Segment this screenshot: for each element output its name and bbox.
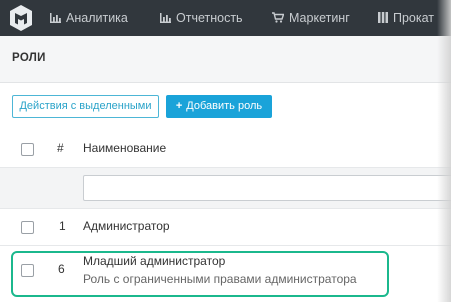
nav-item-label: Отчетность xyxy=(176,11,243,25)
top-nav-bar: Аналитика Отчетность Маркетинг Прокат xyxy=(0,0,451,36)
nav-item-analytics[interactable]: Аналитика xyxy=(50,11,128,25)
nav-item-label: Маркетинг xyxy=(289,11,350,25)
filter-row xyxy=(0,168,451,208)
row-divider xyxy=(0,208,451,209)
bulk-actions-button[interactable]: Действия с выделенными xyxy=(12,95,159,118)
row-highlight-frame xyxy=(11,251,389,297)
nav-item-label: Прокат xyxy=(393,11,435,25)
columns-icon xyxy=(378,12,388,23)
nav-item-marketing[interactable]: Маркетинг xyxy=(272,11,350,25)
cart-icon xyxy=(272,12,284,23)
bar-chart-icon xyxy=(160,13,171,23)
column-header-name[interactable]: Наименование xyxy=(83,141,166,155)
app-logo-icon[interactable] xyxy=(8,4,34,32)
row-divider xyxy=(0,245,451,246)
nav-item-reports[interactable]: Отчетность xyxy=(160,11,243,25)
add-role-label: Добавить роль xyxy=(186,100,263,112)
select-all-checkbox[interactable] xyxy=(21,143,34,156)
row-checkbox[interactable] xyxy=(21,221,34,234)
bar-chart-icon xyxy=(50,13,61,23)
plus-icon: + xyxy=(175,100,183,112)
nav-item-rental[interactable]: Прокат xyxy=(378,11,434,25)
name-filter-input[interactable] xyxy=(83,175,451,201)
row-id: 1 xyxy=(59,219,66,233)
column-header-number[interactable]: # xyxy=(57,141,64,155)
page-header: РОЛИ xyxy=(0,36,451,83)
nav-item-label: Аналитика xyxy=(66,11,128,25)
add-role-button[interactable]: + Добавить роль xyxy=(166,95,272,118)
role-name-link[interactable]: Администратор xyxy=(83,219,170,233)
edge-shadow xyxy=(437,0,451,302)
page-title: РОЛИ xyxy=(12,52,46,64)
